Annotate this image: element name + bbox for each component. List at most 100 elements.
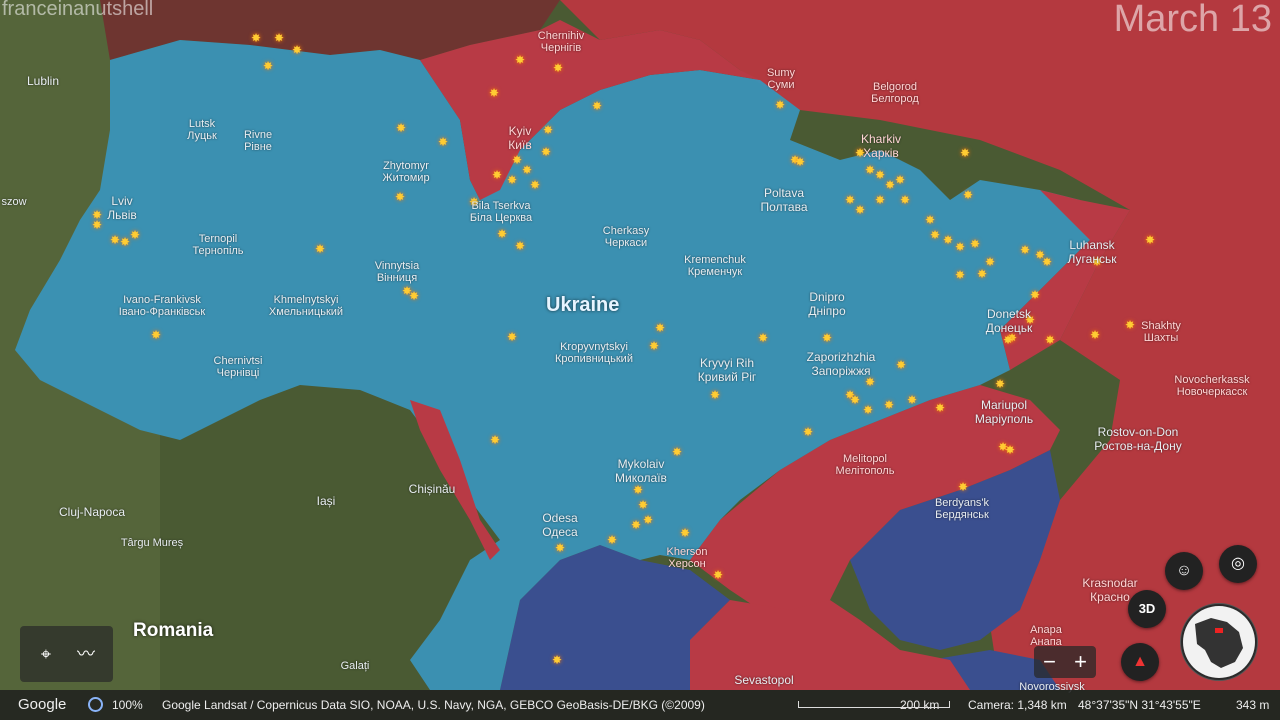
city-local: Чернівці <box>216 367 260 379</box>
city-name: Krasnodar <box>1082 576 1138 590</box>
city-name: Cherkasy <box>602 225 650 237</box>
strike-marker-icon: ✸ <box>488 86 500 100</box>
city-name: Kremenchuk <box>684 254 746 266</box>
place-marker-icon[interactable]: ⌖ <box>34 642 58 666</box>
city-local: Івано-Франківськ <box>118 306 206 318</box>
city-local: Херсон <box>668 558 706 570</box>
city-local: Дніпро <box>808 304 846 318</box>
zoom-out-button[interactable]: − <box>1034 646 1065 678</box>
strike-marker-icon: ✸ <box>1004 443 1016 457</box>
city-name: Kherson <box>666 546 708 558</box>
city-local: Біла Церква <box>469 212 533 224</box>
city-melitopol: Melitopol Мелітополь <box>836 453 895 477</box>
city-name: Belgorod <box>872 81 918 93</box>
city-name: Anapa <box>1030 624 1062 636</box>
city-lutsk: Lutsk Луцьк <box>187 118 217 142</box>
city-name: Rivne <box>243 129 273 141</box>
city-name: Luhansk <box>1069 238 1115 252</box>
city-name: Cluj-Napoca <box>58 505 126 519</box>
city-local: Бердянськ <box>935 509 989 521</box>
city-targu-mures: Târgu Mureș <box>121 537 183 549</box>
city-rivne: Rivne Рівне <box>244 129 272 153</box>
strike-marker-icon: ✸ <box>630 518 642 532</box>
city-local: Хмельницький <box>268 306 344 318</box>
country-label-ukraine: Ukraine <box>546 294 620 316</box>
city-kyiv: Kyiv Київ <box>508 124 531 152</box>
strike-marker-icon: ✸ <box>262 59 274 73</box>
city-ternopil: Ternopil Тернопіль <box>192 233 243 257</box>
strike-marker-icon: ✸ <box>291 43 303 57</box>
city-vinnytsia: Vinnytsia Вінниця <box>375 260 419 284</box>
strike-layer: ✸ ✸ ✸ ✸ ✸ ✸ ✸ ✸ ✸ ✸ ✸ ✸ ✸ ✸ ✸ ✸ ✸ ✸ ✸ ✸ ✸ ✸ ✸ ✸ ✸ ✸ ✸ ✸ ✸ ✸ ✸ ✸ ✸ ✸ ✸ ✸ ✸ ✸ ✸ ✸… <box>0 0 1280 720</box>
city-name: Zhytomyr <box>383 160 429 172</box>
my-location-button[interactable]: ◎ <box>1219 545 1257 583</box>
city-rostov: Rostov-on-Don Ростов-на-Дону <box>1094 425 1181 453</box>
strike-marker-icon: ✸ <box>542 123 554 137</box>
city-name: Melitopol <box>842 453 888 465</box>
strike-marker-icon: ✸ <box>962 188 974 202</box>
status-bar: Google 100% Google Landsat / Copernicus … <box>0 690 1280 720</box>
city-kharkiv: Kharkiv Харків <box>861 132 901 160</box>
city-name: Khmelnytskyi <box>273 294 339 306</box>
city-zhytomyr: Zhytomyr Житомир <box>382 160 429 184</box>
zoom-in-button[interactable]: + <box>1065 646 1096 678</box>
city-kherson: Kherson Херсон <box>667 546 708 570</box>
tool-pill: ⌖ 〰 <box>20 626 113 682</box>
city-shakhty: Shakhty Шахты <box>1141 320 1181 344</box>
city-name: Vinnytsia <box>374 260 420 272</box>
strike-marker-icon: ✸ <box>551 653 563 667</box>
path-tool-icon[interactable]: 〰 <box>74 642 98 666</box>
city-name: Odesa <box>542 511 578 525</box>
strike-marker-icon: ✸ <box>273 31 285 45</box>
city-name: Dnipro <box>809 290 845 304</box>
city-name: Kharkiv <box>860 132 902 146</box>
strike-marker-icon: ✸ <box>774 98 786 112</box>
city-name: Ternopil <box>198 233 238 245</box>
city-belgorod: Belgorod Белгород <box>871 81 919 105</box>
compass-icon: ▲ <box>1132 653 1148 670</box>
city-name: Sumy <box>766 67 796 79</box>
strike-marker-icon: ✸ <box>976 267 988 281</box>
city-cluj-napoca: Cluj-Napoca <box>59 505 125 519</box>
city-name: Rostov-on-Don <box>1097 425 1179 439</box>
city-novocherkassk: Novocherkassk Новочеркасск <box>1174 374 1249 398</box>
three-d-button[interactable]: 3D <box>1128 590 1166 628</box>
city-lublin: Lublin <box>27 74 59 88</box>
strike-marker-icon: ✸ <box>91 218 103 232</box>
city-local: Луганськ <box>1067 252 1117 266</box>
compass-button[interactable]: ▲ <box>1121 643 1159 681</box>
strike-marker-icon: ✸ <box>802 425 814 439</box>
strike-marker-icon: ✸ <box>709 388 721 402</box>
pegman-button[interactable]: ☺ <box>1165 552 1203 590</box>
city-poltava: Poltava Полтава <box>761 186 808 214</box>
strike-marker-icon: ✸ <box>632 483 644 497</box>
city-local: Кременчук <box>687 266 743 278</box>
city-name: Novocherkassk <box>1174 374 1250 386</box>
strike-marker-icon: ✸ <box>862 403 874 417</box>
city-dnipro: Dnipro Дніпро <box>808 290 845 318</box>
city-iasi: Iași <box>317 494 336 508</box>
city-local: Житомир <box>382 172 430 184</box>
city-galati: Galați <box>341 660 370 672</box>
city-name: Donetsk <box>986 307 1032 321</box>
city-local: Миколаїв <box>615 471 667 485</box>
strike-marker-icon: ✸ <box>854 203 866 217</box>
strike-marker-icon: ✸ <box>395 121 407 135</box>
city-local: Суми <box>767 79 795 91</box>
city-local: Чернігів <box>540 42 582 54</box>
globe-minimap[interactable] <box>1180 603 1258 681</box>
strike-marker-icon: ✸ <box>1002 333 1014 347</box>
city-chisinau: Chișinău <box>409 482 456 496</box>
strike-marker-icon: ✸ <box>491 168 503 182</box>
city-local: Тернопіль <box>192 245 244 257</box>
city-local: Запоріжжя <box>811 364 871 378</box>
city-name: Poltava <box>763 186 805 200</box>
strike-marker-icon: ✸ <box>1019 243 1031 257</box>
city-local: Одеса <box>542 525 578 539</box>
pegman-icon: ☺ <box>1175 562 1193 579</box>
city-cherkasy: Cherkasy Черкаси <box>603 225 649 249</box>
strike-marker-icon: ✸ <box>712 568 724 582</box>
city-local: Ростов-на-Дону <box>1094 439 1182 453</box>
city-kremenchuk: Kremenchuk Кременчук <box>684 254 746 278</box>
city-kryvyi-rih: Kryvyi Rih Кривий Ріг <box>698 356 757 384</box>
